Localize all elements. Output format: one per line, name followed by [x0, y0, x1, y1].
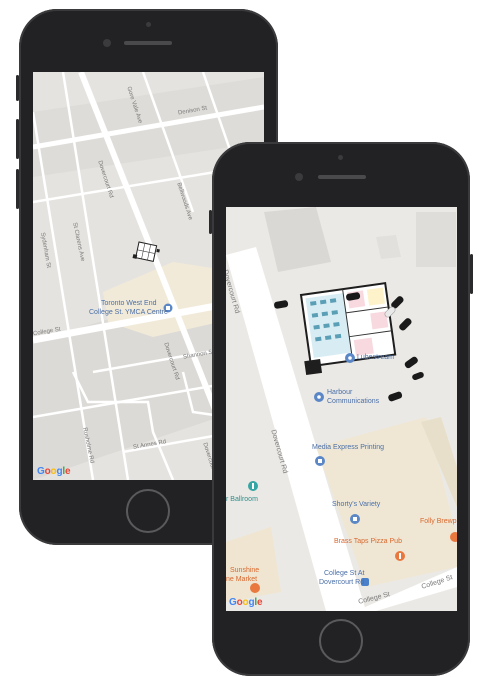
poi-label-ballroom[interactable]: r Ballroom: [226, 496, 258, 503]
earpiece-speaker: [318, 175, 366, 179]
poi-label-ymca-line1[interactable]: Toronto West End: [101, 300, 157, 307]
poi-label-college-stop-2[interactable]: Dovercourt Rd: [319, 579, 364, 586]
poi-label-communications-2[interactable]: Communications: [327, 398, 379, 405]
front-camera: [103, 39, 111, 47]
poi-label-folly[interactable]: Folly Brewp: [420, 518, 457, 525]
poi-label-media-express[interactable]: Media Express Printing: [312, 444, 384, 451]
poi-label-sunshine-2[interactable]: ne Market: [226, 576, 257, 583]
communications-pin-icon: [314, 392, 324, 402]
mute-switch: [16, 75, 19, 101]
proximity-sensor: [146, 22, 151, 27]
lubestream-pin-icon: [345, 353, 355, 363]
poi-label-shortys[interactable]: Shorty's Variety: [332, 501, 380, 508]
volume-button-left[interactable]: [209, 210, 212, 234]
poi-label-sunshine-1[interactable]: Sunshine: [230, 567, 259, 574]
map-right-canvas: [226, 207, 457, 611]
google-logo: Google: [229, 597, 263, 608]
shortys-pin-icon: [350, 514, 360, 524]
ballroom-pin-icon: [248, 481, 258, 491]
poi-label-communications-1[interactable]: Harbour: [327, 389, 352, 396]
earpiece-speaker: [124, 41, 172, 45]
poi-label-college-stop-1[interactable]: College St At: [324, 570, 364, 577]
map-screen-right[interactable]: Dovercourt Rd Dovercourt Rd College St C…: [226, 207, 457, 611]
proximity-sensor: [338, 155, 343, 160]
brass-taps-pin-icon: [395, 551, 405, 561]
volume-down-button[interactable]: [16, 169, 19, 209]
poi-label-lubestream[interactable]: Lubestream: [357, 354, 394, 361]
google-logo: Google: [37, 466, 71, 477]
sunshine-pin-icon: [250, 583, 260, 593]
home-button[interactable]: [319, 619, 363, 663]
poi-label-ymca-line2[interactable]: College St. YMCA Centre: [89, 309, 168, 316]
home-button[interactable]: [126, 489, 170, 533]
volume-up-button[interactable]: [16, 119, 19, 159]
poi-label-brass-taps[interactable]: Brass Taps Pizza Pub: [334, 538, 402, 545]
phone-right: Dovercourt Rd Dovercourt Rd College St C…: [209, 142, 473, 676]
front-camera: [295, 173, 303, 181]
media-express-pin-icon: [315, 456, 325, 466]
power-button[interactable]: [470, 254, 473, 294]
